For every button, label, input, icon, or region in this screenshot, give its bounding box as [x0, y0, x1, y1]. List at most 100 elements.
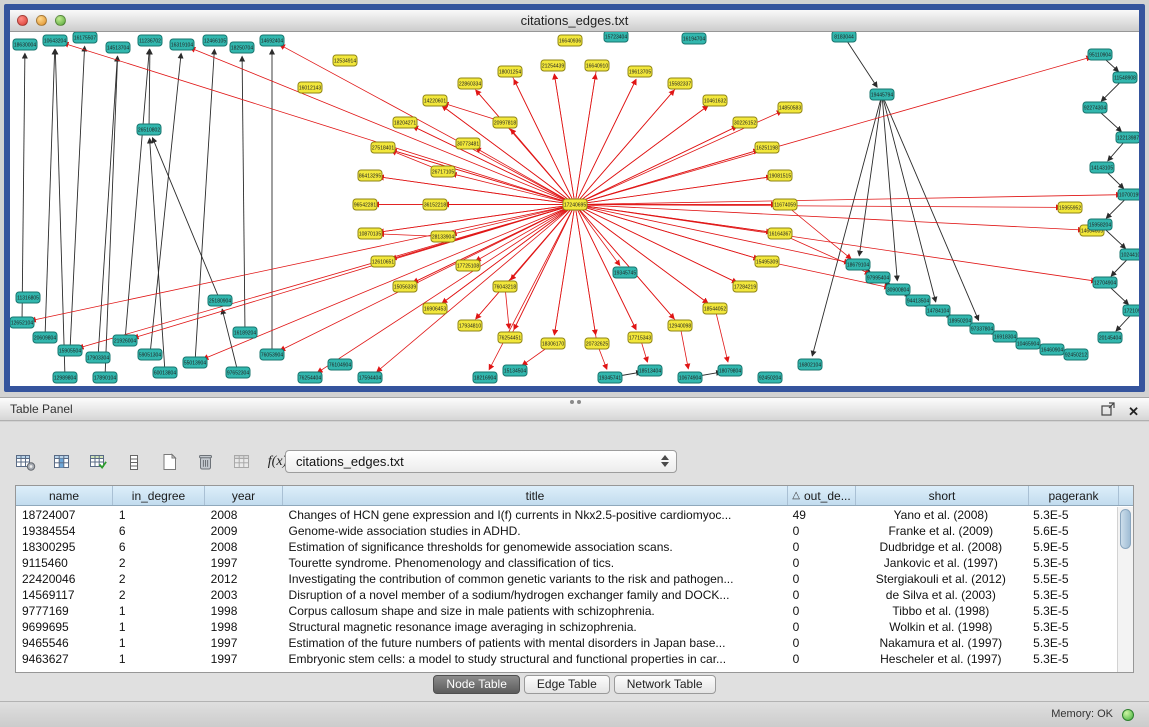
- network-node[interactable]: 27518401: [371, 142, 395, 153]
- network-node[interactable]: 18204271: [393, 117, 417, 128]
- network-node[interactable]: 11236702: [138, 35, 162, 46]
- close-window-button[interactable]: [17, 15, 28, 26]
- network-node[interactable]: 17240695: [563, 199, 587, 210]
- network-node[interactable]: 10700195: [1118, 189, 1139, 200]
- column-header-year[interactable]: year: [205, 486, 283, 505]
- splitter-handle[interactable]: [567, 399, 583, 406]
- network-node[interactable]: 18544052: [703, 303, 727, 314]
- network-node[interactable]: 19345741: [598, 372, 622, 383]
- table-row[interactable]: 1456911722003Disruption of a novel membe…: [16, 587, 1117, 603]
- network-window-titlebar[interactable]: citations_edges.txt: [10, 10, 1139, 32]
- network-node[interactable]: 16175507: [73, 32, 97, 43]
- network-node[interactable]: 30773481: [456, 138, 480, 149]
- network-node[interactable]: 11548908: [1113, 72, 1137, 83]
- network-node[interactable]: 14850583: [778, 102, 802, 113]
- network-node[interactable]: 97337804: [970, 323, 994, 334]
- network-node[interactable]: 14220601: [423, 95, 447, 106]
- network-node[interactable]: 86413295: [358, 170, 382, 181]
- network-node[interactable]: 15723404: [604, 32, 628, 42]
- network-node[interactable]: 11316805: [16, 292, 40, 303]
- network-node[interactable]: 16319104: [170, 39, 194, 50]
- network-node[interactable]: 76053904: [260, 349, 284, 360]
- network-node[interactable]: 36152218: [423, 199, 447, 210]
- table-row[interactable]: 2242004622012Investigating the contribut…: [16, 571, 1117, 587]
- network-node[interactable]: 18250704: [230, 42, 254, 53]
- network-node[interactable]: 15582337: [668, 78, 692, 89]
- network-node[interactable]: 30226152: [733, 117, 757, 128]
- network-node[interactable]: 19613705: [628, 66, 652, 77]
- network-node[interactable]: 12466105: [203, 35, 227, 46]
- table-row[interactable]: 977716911998Corpus callosum shape and si…: [16, 603, 1117, 619]
- network-node[interactable]: 11674059: [773, 199, 797, 210]
- table-row[interactable]: 946362711997Embryonic stem cells: a mode…: [16, 651, 1117, 667]
- network-node[interactable]: 16918304: [993, 331, 1017, 342]
- network-node[interactable]: 17890104: [93, 372, 117, 383]
- network-node[interactable]: 97995404: [866, 272, 890, 283]
- column-header-out_de[interactable]: △out_de...: [788, 486, 856, 505]
- column-header-short[interactable]: short: [856, 486, 1029, 505]
- network-node[interactable]: 20145404: [1098, 332, 1122, 343]
- network-node[interactable]: 15056339: [393, 281, 417, 292]
- table-row[interactable]: 969969511998Structural magnetic resonanc…: [16, 619, 1117, 635]
- network-node[interactable]: 12989804: [53, 372, 77, 383]
- delete-icon[interactable]: [192, 450, 219, 475]
- network-node[interactable]: 19445794: [870, 89, 894, 100]
- show-columns-icon[interactable]: [48, 450, 75, 475]
- network-node[interactable]: 21254439: [541, 60, 565, 71]
- new-document-icon[interactable]: [156, 450, 183, 475]
- float-panel-icon[interactable]: [1101, 402, 1115, 421]
- tab-network-table[interactable]: Network Table: [614, 675, 716, 694]
- zoom-window-button[interactable]: [55, 15, 66, 26]
- network-canvas[interactable]: 1724069511674059161643671549530917284219…: [10, 32, 1139, 385]
- column-header-in_degree[interactable]: in_degree: [113, 486, 205, 505]
- network-node[interactable]: 26510802: [137, 124, 161, 135]
- column-header-pagerank[interactable]: pagerank: [1029, 486, 1119, 505]
- network-node[interactable]: 76254404: [298, 372, 322, 383]
- network-node[interactable]: 15958204: [1088, 219, 1112, 230]
- network-node[interactable]: 18950204: [948, 315, 972, 326]
- tab-edge-table[interactable]: Edge Table: [524, 675, 610, 694]
- scrollbar-thumb[interactable]: [1120, 509, 1131, 549]
- network-node[interactable]: 92450212: [1064, 349, 1088, 360]
- network-node[interactable]: 25180904: [208, 295, 232, 306]
- table-row[interactable]: 1872400712008Changes of HCN gene express…: [16, 507, 1117, 523]
- network-node[interactable]: 20732625: [585, 338, 609, 349]
- network-node[interactable]: 18001254: [498, 66, 522, 77]
- network-node[interactable]: 18679104: [846, 259, 870, 270]
- network-node[interactable]: 59051304: [138, 349, 162, 360]
- network-node[interactable]: 22860334: [458, 78, 482, 89]
- network-node[interactable]: 14784104: [926, 305, 950, 316]
- network-node[interactable]: 76104904: [328, 359, 352, 370]
- network-node[interactable]: 17725108: [456, 260, 480, 271]
- network-node[interactable]: 18079804: [718, 365, 742, 376]
- network-node[interactable]: 97652304: [226, 367, 250, 378]
- network-node[interactable]: 17934810: [458, 320, 482, 331]
- network-node[interactable]: 15495309: [755, 256, 779, 267]
- network-node[interactable]: 16640910: [585, 60, 609, 71]
- network-node[interactable]: 10461632: [703, 95, 727, 106]
- network-node[interactable]: 14143105: [1090, 162, 1114, 173]
- network-node[interactable]: 12213987: [1116, 132, 1139, 143]
- network-node[interactable]: 16460904: [1040, 344, 1064, 355]
- network-node[interactable]: 12610651: [371, 256, 395, 267]
- network-node[interactable]: 55013904: [183, 357, 207, 368]
- network-node[interactable]: 26717105: [431, 166, 455, 177]
- table-row[interactable]: 1938455462009Genome-wide association stu…: [16, 523, 1117, 539]
- table-scrollbar[interactable]: [1117, 507, 1133, 672]
- network-node[interactable]: 19345745: [613, 267, 637, 278]
- network-node[interactable]: 18306170: [541, 338, 565, 349]
- minimize-window-button[interactable]: [36, 15, 47, 26]
- network-node[interactable]: 12940098: [668, 320, 692, 331]
- network-node[interactable]: 18216904: [473, 372, 497, 383]
- network-node[interactable]: 95110904: [1088, 49, 1112, 60]
- network-node[interactable]: 16906453: [423, 303, 447, 314]
- tab-node-table[interactable]: Node Table: [433, 675, 520, 694]
- network-node[interactable]: 20997818: [493, 117, 517, 128]
- network-node[interactable]: 16189204: [233, 327, 257, 338]
- column-header-name[interactable]: name: [16, 486, 113, 505]
- table-settings-icon[interactable]: [12, 450, 39, 475]
- network-node[interactable]: 14513704: [106, 42, 130, 53]
- close-panel-icon[interactable]: ✕: [1128, 405, 1139, 419]
- network-select-dropdown[interactable]: citations_edges.txt: [285, 450, 677, 473]
- network-node[interactable]: 12652104: [10, 317, 34, 328]
